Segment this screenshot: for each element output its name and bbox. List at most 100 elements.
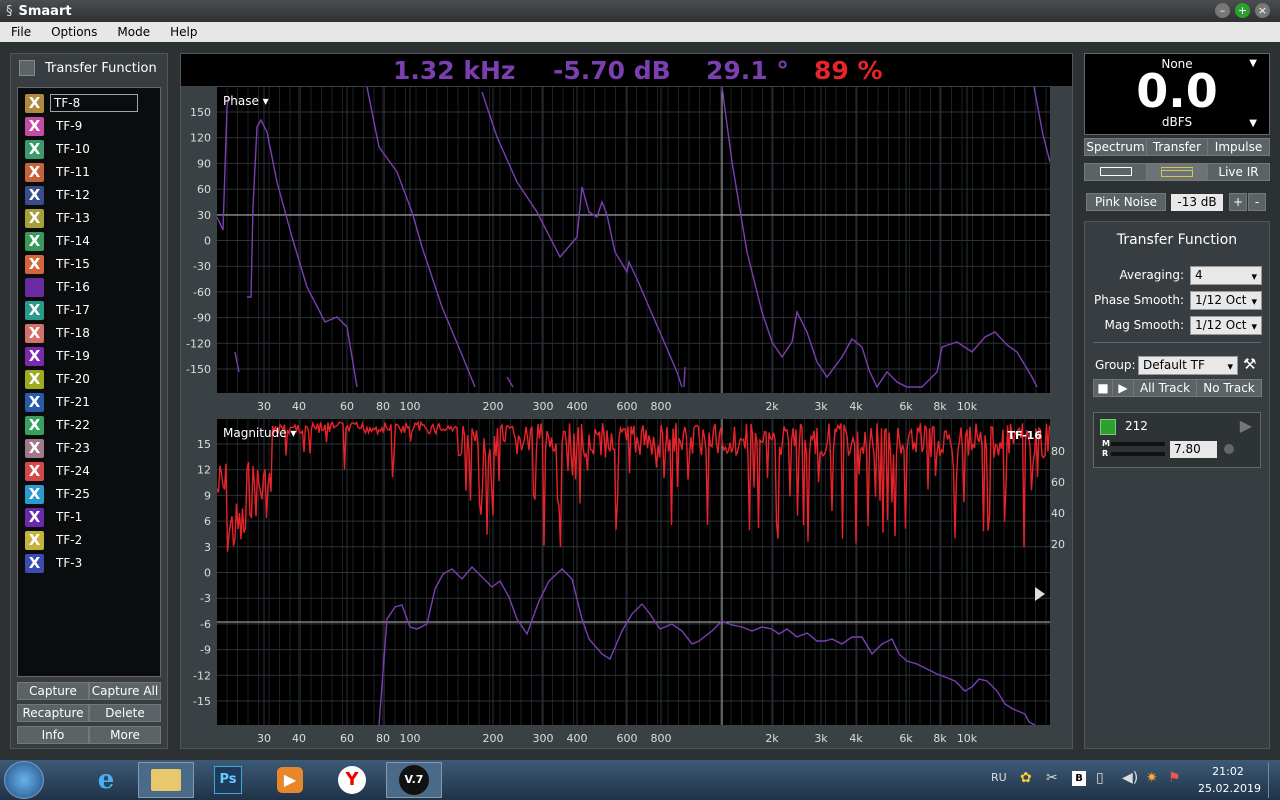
- tf-list-item[interactable]: X TF-12: [25, 185, 93, 205]
- tf-list-item[interactable]: X TF-13: [25, 208, 93, 228]
- taskbar-explorer-icon[interactable]: [138, 762, 194, 798]
- tf-visibility-icon[interactable]: X: [25, 300, 44, 320]
- tf-list-item[interactable]: X TF-19: [25, 346, 93, 366]
- tf-visibility-icon[interactable]: X: [25, 461, 44, 481]
- info-button[interactable]: Info: [17, 726, 89, 744]
- menu-options[interactable]: Options: [40, 25, 106, 39]
- clock-time[interactable]: 21:02: [1200, 765, 1256, 778]
- tf-visibility-icon[interactable]: X: [25, 208, 44, 228]
- tf-visibility-icon[interactable]: X: [25, 415, 44, 435]
- tray-icon-3[interactable]: B: [1072, 771, 1086, 786]
- tf-visibility-icon[interactable]: X: [25, 185, 44, 205]
- live-ir-button[interactable]: Live IR: [1207, 163, 1270, 181]
- tf-list-item[interactable]: X TF-17: [25, 300, 93, 320]
- menu-help[interactable]: Help: [159, 25, 206, 39]
- pink-noise-button[interactable]: Pink Noise: [1086, 193, 1166, 211]
- tf-visibility-icon[interactable]: X: [25, 346, 44, 366]
- volume-icon[interactable]: ◀): [1122, 770, 1138, 786]
- tf-list-item[interactable]: X TF-23: [25, 438, 93, 458]
- capture-all-button[interactable]: Capture All: [89, 682, 161, 700]
- tf-list-item[interactable]: X TF-9: [25, 116, 85, 136]
- meter-unit-dropdown-icon[interactable]: ▼: [1249, 118, 1257, 129]
- maximize-icon[interactable]: +: [1235, 3, 1250, 18]
- tf-list-item[interactable]: X TF-3: [25, 553, 85, 573]
- clock-date[interactable]: 25.02.2019: [1198, 782, 1261, 795]
- tray-icon-2[interactable]: ✂: [1046, 770, 1058, 786]
- tf-visibility-icon[interactable]: X: [25, 553, 44, 573]
- tf-list-item[interactable]: X TF-11: [25, 162, 93, 182]
- tray-icon-1[interactable]: ✿: [1020, 770, 1032, 786]
- close-icon[interactable]: ×: [1255, 3, 1270, 18]
- magnitude-plot[interactable]: Magnitude ▾ TF-16: [217, 419, 1050, 725]
- engine-on-button[interactable]: [1100, 419, 1116, 435]
- tf-visibility-icon[interactable]: X: [25, 530, 44, 550]
- level-down-button[interactable]: -: [1248, 193, 1266, 211]
- tf-toggle-checkbox[interactable]: [19, 60, 35, 76]
- dual-view-button[interactable]: [1146, 163, 1208, 181]
- show-desktop-button[interactable]: [1268, 762, 1278, 798]
- delay-finder-icon[interactable]: [1224, 444, 1234, 454]
- taskbar-yandex-icon[interactable]: Y: [324, 762, 380, 798]
- tf-list-item[interactable]: X TF-21: [25, 392, 93, 412]
- tf-visibility-icon[interactable]: X: [25, 162, 44, 182]
- tf-visibility-icon[interactable]: X: [25, 484, 44, 504]
- tf-list-item[interactable]: X TF-8: [25, 93, 138, 113]
- tf-visibility-icon[interactable]: [25, 277, 44, 297]
- phase-plot-menu[interactable]: Phase ▾: [223, 94, 269, 108]
- tf-visibility-icon[interactable]: X: [25, 438, 44, 458]
- transfer-mode-button[interactable]: Transfer: [1146, 138, 1208, 156]
- tray-icon-5[interactable]: ✷: [1146, 770, 1158, 786]
- single-view-button[interactable]: [1084, 163, 1147, 181]
- tf-list-item[interactable]: X TF-10: [25, 139, 93, 159]
- menu-mode[interactable]: Mode: [106, 25, 159, 39]
- averaging-select[interactable]: 4: [1190, 266, 1262, 285]
- taskbar-media-player-icon[interactable]: ▶: [262, 762, 318, 798]
- tf-visibility-icon[interactable]: X: [25, 507, 44, 527]
- run-arrow-icon[interactable]: ▶: [1240, 416, 1252, 435]
- delete-button[interactable]: Delete: [89, 704, 161, 722]
- level-up-button[interactable]: +: [1229, 193, 1247, 211]
- tf-visibility-icon[interactable]: X: [25, 93, 44, 113]
- tf-visibility-icon[interactable]: X: [25, 231, 44, 251]
- tools-icon[interactable]: ⚒: [1243, 355, 1256, 373]
- tf-list-item[interactable]: X TF-15: [25, 254, 93, 274]
- taskbar-smaart-icon[interactable]: V.7: [386, 762, 442, 798]
- recapture-button[interactable]: Recapture: [17, 704, 89, 722]
- taskbar-ie-icon[interactable]: e: [78, 762, 134, 798]
- menu-file[interactable]: File: [0, 25, 40, 39]
- spectrum-mode-button[interactable]: Spectrum: [1084, 138, 1147, 156]
- all-track-button[interactable]: All Track: [1133, 379, 1197, 397]
- tf-list-item[interactable]: X TF-20: [25, 369, 93, 389]
- tf-list-item[interactable]: X TF-25: [25, 484, 93, 504]
- magnitude-plot-menu[interactable]: Magnitude ▾: [223, 426, 296, 440]
- start-button[interactable]: [4, 761, 44, 799]
- group-select[interactable]: Default TF: [1138, 356, 1238, 375]
- generator-level-field[interactable]: -13 dB: [1171, 194, 1223, 211]
- tf-list-item[interactable]: X TF-22: [25, 415, 93, 435]
- tf-list-item[interactable]: X TF-1: [25, 507, 85, 527]
- more-button[interactable]: More: [89, 726, 161, 744]
- taskbar-photoshop-icon[interactable]: Ps: [200, 762, 256, 798]
- minimize-icon[interactable]: –: [1215, 3, 1230, 18]
- tf-visibility-icon[interactable]: X: [25, 323, 44, 343]
- phase-smooth-select[interactable]: 1/12 Oct: [1190, 291, 1262, 310]
- tf-list-item[interactable]: X TF-14: [25, 231, 93, 251]
- tf-list-item[interactable]: TF-16: [25, 277, 93, 297]
- impulse-mode-button[interactable]: Impulse: [1207, 138, 1270, 156]
- tf-list-item[interactable]: X TF-18: [25, 323, 93, 343]
- mag-smooth-select[interactable]: 1/12 Oct: [1190, 316, 1262, 335]
- no-track-button[interactable]: No Track: [1196, 379, 1262, 397]
- network-icon[interactable]: ⚑: [1168, 770, 1181, 786]
- tf-list-item[interactable]: X TF-24: [25, 461, 93, 481]
- tf-visibility-icon[interactable]: X: [25, 369, 44, 389]
- tray-icon-4[interactable]: ▯: [1096, 770, 1104, 786]
- tf-visibility-icon[interactable]: X: [25, 139, 44, 159]
- language-indicator[interactable]: RU: [991, 771, 1007, 784]
- play-button[interactable]: ▶: [1112, 379, 1134, 397]
- tf-visibility-icon[interactable]: X: [25, 254, 44, 274]
- tf-visibility-icon[interactable]: X: [25, 116, 44, 136]
- tf-visibility-icon[interactable]: X: [25, 392, 44, 412]
- capture-button[interactable]: Capture: [17, 682, 89, 700]
- delay-field[interactable]: 7.80: [1170, 441, 1217, 458]
- stop-button[interactable]: ■: [1093, 379, 1113, 397]
